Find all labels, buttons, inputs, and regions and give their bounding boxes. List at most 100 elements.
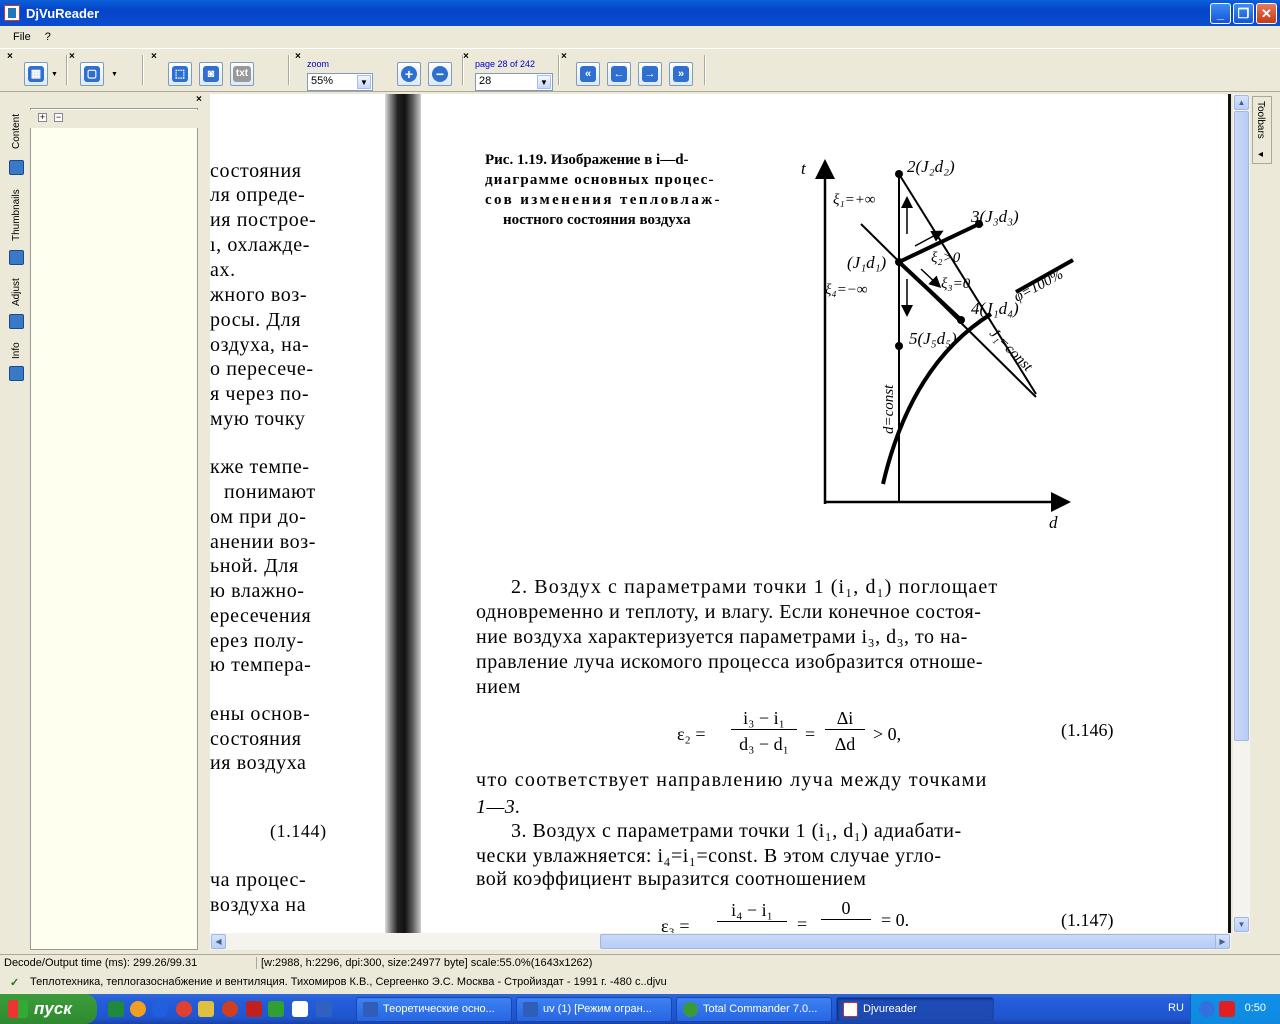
page-icon: ▢ — [84, 66, 100, 82]
group-close-icon[interactable]: × — [69, 52, 75, 62]
vertical-scrollbar[interactable]: ▲ ▼ — [1233, 94, 1250, 933]
quicklaunch-icon[interactable] — [268, 1001, 284, 1017]
figure-caption-line: сов изменения тепловлаж- — [485, 192, 722, 208]
menu-file[interactable]: File — [6, 31, 38, 43]
scroll-right-icon[interactable]: ▶ — [1215, 934, 1230, 949]
scroll-up-icon[interactable]: ▲ — [1234, 95, 1249, 110]
document-viewer[interactable]: состояния ля опреде-ия построе-ı, охлажде… — [210, 94, 1231, 933]
clock: 0:50 — [1244, 1002, 1266, 1014]
close-button[interactable]: ✕ — [1256, 3, 1277, 24]
info-icon[interactable] — [9, 366, 24, 381]
tab-content[interactable]: Content — [6, 106, 28, 156]
collapse-all-icon[interactable]: − — [54, 113, 63, 122]
expand-all-icon[interactable]: + — [38, 113, 47, 122]
last-page-button[interactable]: » — [669, 62, 693, 86]
scroll-left-icon[interactable]: ◀ — [211, 934, 226, 949]
quicklaunch-icon[interactable] — [130, 1001, 146, 1017]
left-page-line: ля опреде- — [210, 184, 306, 206]
group-close-icon[interactable]: × — [151, 52, 157, 62]
page-edge — [1228, 94, 1231, 933]
xi1-label: ξ₁=+∞ — [833, 192, 876, 208]
zoom-in-icon: + — [401, 66, 417, 82]
taskbar-item[interactable]: uv (1) [Режим огран... — [516, 997, 672, 1022]
quicklaunch-icon[interactable] — [108, 1001, 124, 1017]
figure-caption-line: ностного состояния воздуха — [503, 212, 691, 228]
start-label: пуск — [34, 999, 72, 1018]
text-button[interactable]: txt — [230, 62, 254, 86]
page-gutter — [385, 94, 421, 933]
left-page-line: (1.144) — [270, 821, 327, 841]
tab-info[interactable]: Info — [6, 336, 28, 366]
horizontal-scroll-thumb[interactable] — [600, 934, 1218, 949]
menu-help[interactable]: ? — [38, 31, 58, 43]
thumbnails-icon[interactable] — [9, 250, 24, 265]
chevron-down-icon[interactable]: ▼ — [357, 75, 371, 89]
chevron-down-icon[interactable]: ▼ — [537, 75, 551, 89]
page-info: [w:2988, h:2296, dpi:300, size:24977 byt… — [256, 957, 592, 969]
quicklaunch-icon[interactable] — [316, 1001, 332, 1017]
j-const-label: J₁=const — [986, 326, 1036, 376]
select-rect-button[interactable]: ⬚ — [168, 62, 192, 86]
content-icon[interactable] — [9, 160, 24, 175]
xi3-label: ξ₃=0 — [941, 276, 971, 292]
vertical-scroll-thumb[interactable] — [1234, 111, 1249, 741]
screenshot-button[interactable]: ◙ — [199, 62, 223, 86]
taskbar-item[interactable]: Теоретические осно... — [356, 997, 512, 1022]
word-icon — [363, 1002, 378, 1017]
group-close-icon[interactable]: × — [295, 52, 301, 62]
group-close-icon[interactable]: × — [463, 52, 469, 62]
left-page-line: ю темпера- — [210, 654, 312, 676]
tab-thumbnails[interactable]: Thumbnails — [6, 182, 28, 248]
prev-page-button[interactable]: ← — [607, 62, 631, 86]
start-button[interactable]: пуск — [0, 994, 97, 1024]
right-page: Рис. 1.19. Изображение в i—d- диаграмме … — [421, 94, 1231, 933]
left-page-line: ерез полу- — [210, 630, 304, 652]
horizontal-scrollbar[interactable]: ◀ ▶ — [210, 933, 1231, 950]
quicklaunch-icon[interactable] — [198, 1001, 214, 1017]
left-page-line: ом при до- — [210, 506, 307, 528]
djvu-app-icon — [4, 5, 20, 21]
check-icon: ✓ — [10, 977, 20, 989]
text-icon: txt — [233, 66, 251, 82]
panel-close-icon[interactable]: × — [196, 94, 202, 105]
left-page-line: ия построе- — [210, 209, 317, 231]
next-page-button[interactable]: → — [638, 62, 662, 86]
zoom-in-button[interactable]: + — [397, 62, 421, 86]
toolbar-group-tools: × ⬚ ◙ txt — [151, 52, 262, 89]
language-indicator[interactable]: RU — [1168, 1002, 1184, 1014]
zoom-label: zoom — [307, 59, 330, 69]
select-rect-icon: ⬚ — [172, 66, 188, 82]
system-tray: 0:50 — [1190, 994, 1280, 1024]
zoom-out-button[interactable]: − — [428, 62, 452, 86]
quicklaunch-icon[interactable] — [246, 1001, 262, 1017]
taskbar-item-active[interactable]: Djvureader — [836, 997, 994, 1022]
taskbar-item[interactable]: Total Commander 7.0... — [676, 997, 832, 1022]
antivirus-icon[interactable] — [1219, 1001, 1235, 1017]
xi2-label: ξ₂>0 — [931, 250, 961, 266]
page-select[interactable]: 28 ▼ — [475, 73, 553, 91]
layout-button[interactable]: ▦ — [24, 62, 48, 86]
chevron-down-icon[interactable]: ▼ — [111, 71, 118, 78]
zoom-select[interactable]: 55% ▼ — [307, 73, 373, 91]
toolbar: × ▦ ▼ × ▢ ▼ × ⬚ ◙ txt × zoom 55% ▼ + − ×… — [0, 48, 1280, 92]
group-close-icon[interactable]: × — [561, 52, 567, 62]
xi4-label: ξ₄=−∞ — [825, 282, 868, 298]
quicklaunch-icon[interactable] — [222, 1001, 238, 1017]
chevron-down-icon[interactable]: ▼ — [51, 71, 58, 78]
minimize-button[interactable]: _ — [1210, 3, 1231, 24]
tab-adjust[interactable]: Adjust — [6, 272, 28, 312]
layout-icon: ▦ — [28, 66, 44, 82]
quicklaunch-icon[interactable] — [152, 1001, 168, 1017]
adjust-icon[interactable] — [9, 314, 24, 329]
chrome-icon[interactable] — [176, 1001, 192, 1017]
quicklaunch-icon[interactable] — [292, 1001, 308, 1017]
page-mode-button[interactable]: ▢ — [80, 62, 104, 86]
maximize-button[interactable]: ❐ — [1233, 3, 1254, 24]
tray-arrow-icon[interactable] — [1199, 1001, 1215, 1017]
status-bar: Decode/Output time (ms): 299.26/99.31 [w… — [0, 954, 1280, 972]
first-page-button[interactable]: « — [576, 62, 600, 86]
group-close-icon[interactable]: × — [7, 52, 13, 62]
left-page-line: росы. Для — [210, 309, 302, 331]
tab-toolbars[interactable]: Toolbars ◂ — [1252, 96, 1272, 164]
scroll-down-icon[interactable]: ▼ — [1234, 917, 1249, 932]
